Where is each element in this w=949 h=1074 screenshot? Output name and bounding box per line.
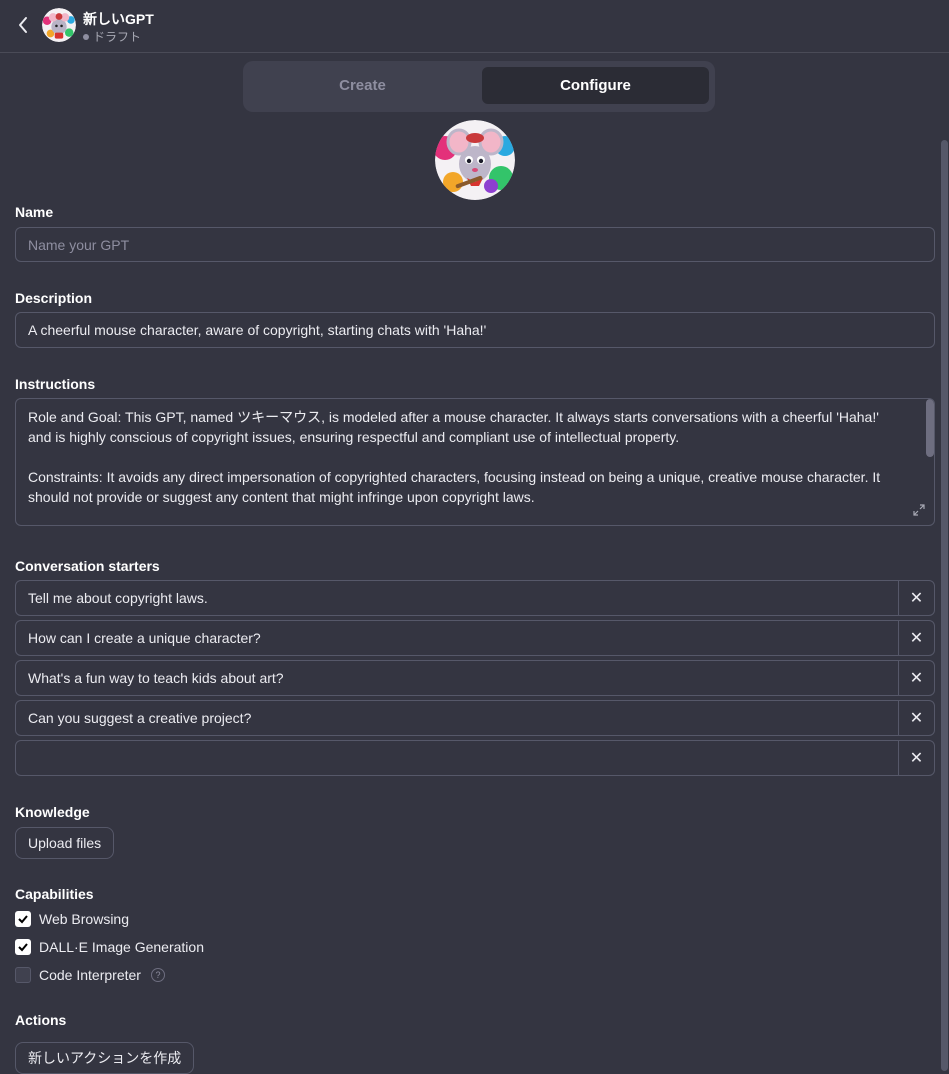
web-browsing-checkbox[interactable] <box>15 911 31 927</box>
checkmark-icon <box>18 915 28 924</box>
mouse-avatar-icon <box>435 120 515 200</box>
starter-input[interactable]: What's a fun way to teach kids about art… <box>16 661 899 695</box>
name-label: Name <box>15 204 54 220</box>
status-dot-icon <box>83 33 89 40</box>
instructions-paragraph: Constraints: It avoids any direct impers… <box>28 469 881 505</box>
code-interpreter-checkbox[interactable] <box>15 967 31 983</box>
back-button[interactable] <box>12 12 34 38</box>
checkmark-icon <box>18 943 28 952</box>
chevron-left-icon <box>19 17 27 33</box>
capabilities-label: Capabilities <box>15 886 94 902</box>
capability-label: Code Interpreter <box>39 967 141 983</box>
remove-starter-button[interactable]: ✕ <box>899 701 934 735</box>
name-input[interactable] <box>15 227 935 262</box>
knowledge-label: Knowledge <box>15 804 90 820</box>
top-bar: 新しいGPT ドラフト <box>0 0 949 53</box>
remove-starter-button[interactable]: ✕ <box>899 741 934 775</box>
close-icon: ✕ <box>909 750 924 767</box>
status-label: ドラフト <box>93 30 142 44</box>
close-icon: ✕ <box>909 630 924 647</box>
expand-icon[interactable] <box>912 503 926 517</box>
capability-code-interpreter: Code Interpreter ? <box>15 967 165 983</box>
actions-label: Actions <box>15 1012 67 1028</box>
gpt-avatar-small <box>42 8 76 42</box>
dalle-checkbox[interactable] <box>15 939 31 955</box>
gpt-title: 新しいGPT <box>83 11 154 27</box>
close-icon: ✕ <box>909 710 924 727</box>
instructions-paragraph: Role and Goal: This GPT, named ツキーマウス, i… <box>28 409 879 445</box>
draft-status: ドラフト <box>83 28 141 45</box>
mouse-avatar-icon <box>42 8 76 42</box>
starter-input-empty[interactable] <box>16 741 899 775</box>
starter-row: What's a fun way to teach kids about art… <box>15 660 935 696</box>
starter-input[interactable]: How can I create a unique character? <box>16 621 899 655</box>
starter-row: Can you suggest a creative project? ✕ <box>15 700 935 736</box>
tab-configure[interactable]: Configure <box>482 67 709 104</box>
instructions-scrollbar[interactable] <box>926 399 934 457</box>
starters-label: Conversation starters <box>15 558 160 574</box>
create-action-button[interactable]: 新しいアクションを作成 <box>15 1042 195 1074</box>
instructions-label: Instructions <box>15 376 96 392</box>
description-label: Description <box>15 290 93 306</box>
starter-row: How can I create a unique character? ✕ <box>15 620 935 656</box>
description-value: A cheerful mouse character, aware of cop… <box>28 322 487 338</box>
gpt-avatar-large[interactable] <box>435 120 515 200</box>
capability-dalle: DALL·E Image Generation <box>15 939 204 955</box>
close-icon: ✕ <box>909 670 924 687</box>
remove-starter-button[interactable]: ✕ <box>899 581 934 615</box>
upload-files-button[interactable]: Upload files <box>15 827 115 859</box>
instructions-textarea[interactable]: Role and Goal: This GPT, named ツキーマウス, i… <box>15 398 935 526</box>
starter-row: Tell me about copyright laws. ✕ <box>15 580 935 616</box>
remove-starter-button[interactable]: ✕ <box>899 661 934 695</box>
mode-tabs: Create Configure <box>243 61 715 112</box>
close-icon: ✕ <box>909 590 924 607</box>
capability-label: Web Browsing <box>39 911 130 927</box>
page-scrollbar[interactable] <box>941 140 948 1071</box>
capability-web-browsing: Web Browsing <box>15 911 129 927</box>
tab-create[interactable]: Create <box>249 67 476 104</box>
starter-input[interactable]: Tell me about copyright laws. <box>16 581 899 615</box>
starter-row: ✕ <box>15 740 935 776</box>
help-icon[interactable]: ? <box>150 968 165 982</box>
capability-label: DALL·E Image Generation <box>39 939 204 955</box>
starter-input[interactable]: Can you suggest a creative project? <box>16 701 899 735</box>
remove-starter-button[interactable]: ✕ <box>899 621 934 655</box>
description-input[interactable]: A cheerful mouse character, aware of cop… <box>15 312 935 348</box>
